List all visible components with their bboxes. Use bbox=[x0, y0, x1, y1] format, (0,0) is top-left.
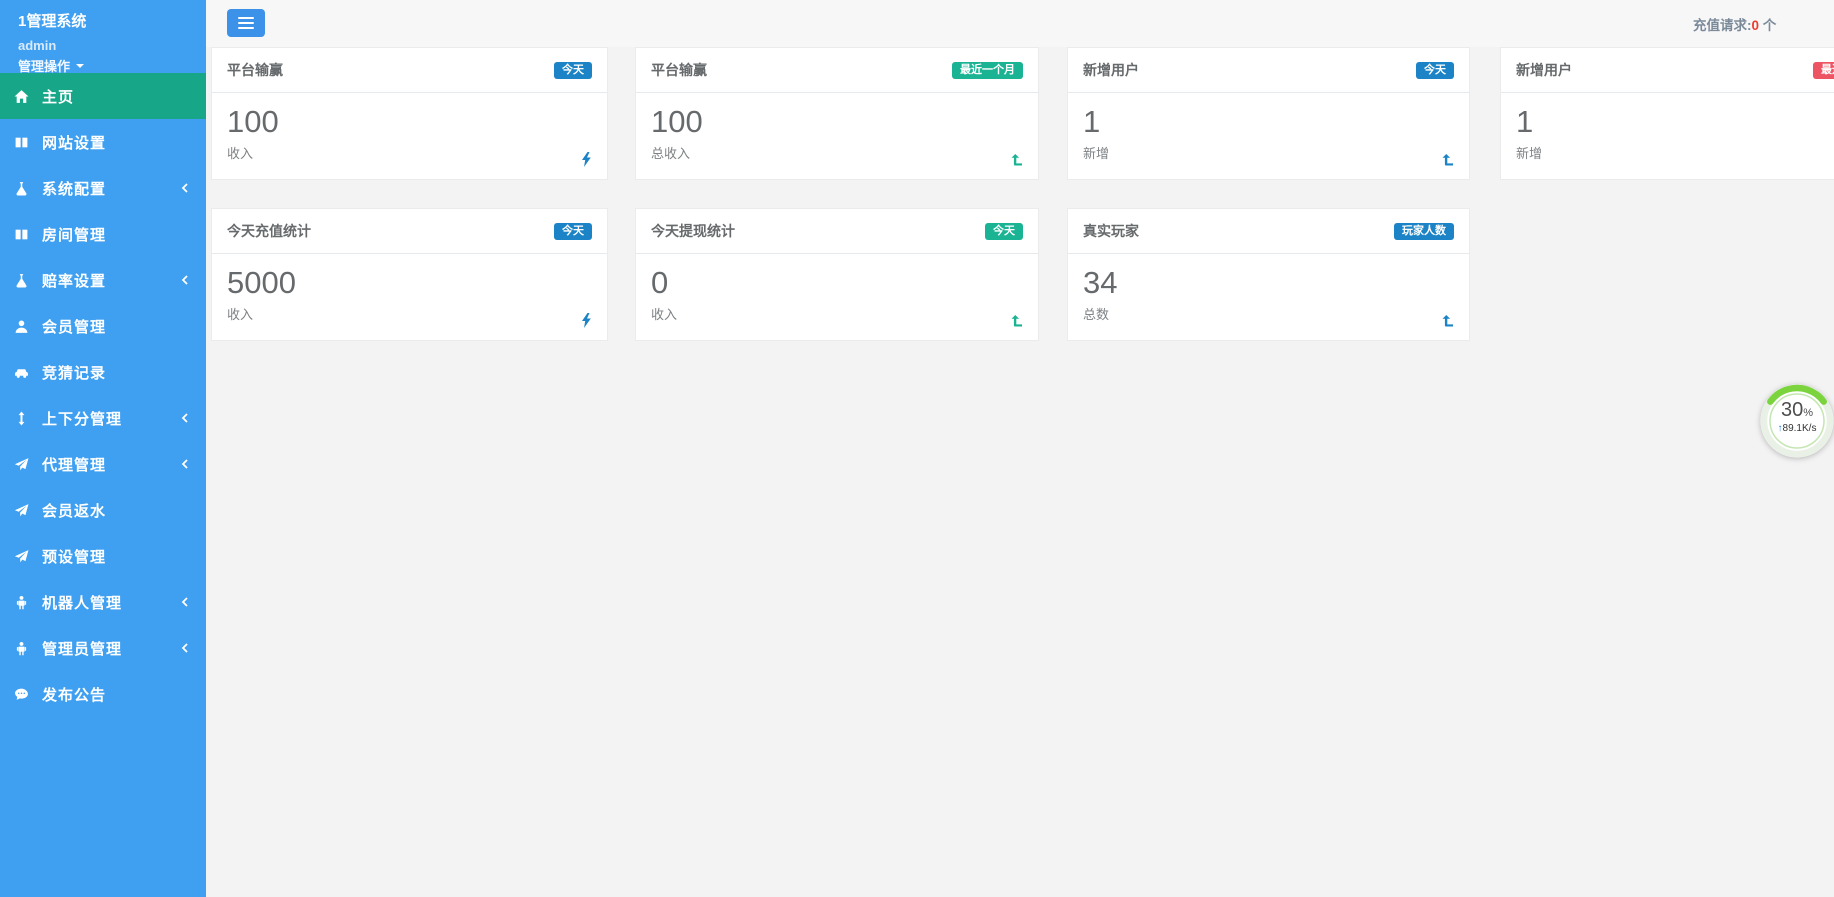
sidebar-item-member-management[interactable]: 会员管理 bbox=[0, 303, 206, 349]
paper-plane-icon bbox=[14, 457, 29, 472]
level-up-icon bbox=[1010, 315, 1023, 328]
paper-plane-icon bbox=[14, 503, 29, 518]
topbar-links: 充值请求:0 个 提现 bbox=[1693, 14, 1834, 34]
flask-icon bbox=[14, 273, 29, 288]
card-label: 收入 bbox=[227, 304, 592, 323]
paper-plane-icon bbox=[14, 549, 29, 564]
chevron-left-icon bbox=[180, 182, 190, 194]
card-value: 100 bbox=[651, 105, 1023, 139]
current-username: admin bbox=[18, 38, 188, 53]
app-title: 1管理系统 bbox=[18, 10, 188, 31]
flask-icon bbox=[14, 181, 29, 196]
card-badge: 今天 bbox=[554, 62, 592, 79]
caret-down-icon bbox=[76, 64, 84, 68]
card-title: 平台输赢 bbox=[651, 60, 707, 80]
recharge-requests-link[interactable]: 充值请求:0 个 bbox=[1693, 18, 1776, 33]
card-label: 新增 bbox=[1083, 143, 1454, 162]
card-value: 1 bbox=[1516, 105, 1834, 139]
level-up-icon bbox=[1010, 154, 1023, 167]
stat-card-today-recharge: 今天充值统计 今天 5000 收入 bbox=[211, 208, 608, 341]
card-title: 新增用户 bbox=[1516, 60, 1572, 80]
stat-card-real-players: 真实玩家 玩家人数 34 总数 bbox=[1067, 208, 1470, 341]
card-badge: 最近一个月 bbox=[952, 62, 1023, 79]
stat-card-new-users-today: 新增用户 今天 1 新增 bbox=[1067, 47, 1470, 180]
hamburger-icon bbox=[238, 17, 254, 19]
robot-icon bbox=[14, 641, 29, 656]
chevron-left-icon bbox=[180, 596, 190, 608]
card-badge: 今天 bbox=[1416, 62, 1454, 79]
sidebar-toggle-button[interactable] bbox=[227, 9, 265, 37]
sidebar-item-robot-management[interactable]: 机器人管理 bbox=[0, 579, 206, 625]
arrows-v-icon bbox=[14, 411, 29, 426]
home-icon bbox=[14, 89, 29, 104]
sidebar-item-points-management[interactable]: 上下分管理 bbox=[0, 395, 206, 441]
sidebar-item-room-management[interactable]: 房间管理 bbox=[0, 211, 206, 257]
net-speed: ↑89.1K/s bbox=[1757, 423, 1834, 434]
card-label: 总数 bbox=[1083, 304, 1454, 323]
sidebar-item-site-settings[interactable]: 网站设置 bbox=[0, 119, 206, 165]
user-icon bbox=[14, 319, 29, 334]
card-badge: 今天 bbox=[554, 223, 592, 240]
sidebar-item-bet-records[interactable]: 竞猜记录 bbox=[0, 349, 206, 395]
card-label: 收入 bbox=[227, 143, 592, 162]
bolt-icon bbox=[581, 152, 592, 167]
sidebar-menu: 主页 网站设置 系统配置 房间管理 赔率设 bbox=[0, 73, 206, 717]
sidebar-item-publish-announcement[interactable]: 发布公告 bbox=[0, 671, 206, 717]
stat-card-new-users-month: 新增用户 最近一个月 1 新增 bbox=[1500, 47, 1834, 180]
net-percent: 30% bbox=[1757, 400, 1834, 420]
columns-icon bbox=[14, 135, 29, 150]
chevron-left-icon bbox=[180, 642, 190, 654]
card-value: 5000 bbox=[227, 266, 592, 300]
card-badge: 最近一个月 bbox=[1813, 62, 1834, 79]
chevron-left-icon bbox=[180, 274, 190, 286]
chevron-left-icon bbox=[180, 412, 190, 424]
comment-icon bbox=[14, 687, 29, 702]
sidebar-header: 1管理系统 admin 管理操作 bbox=[0, 0, 206, 80]
card-value: 0 bbox=[651, 266, 1023, 300]
sidebar-item-agent-management[interactable]: 代理管理 bbox=[0, 441, 206, 487]
card-title: 新增用户 bbox=[1083, 60, 1139, 80]
car-icon bbox=[14, 365, 29, 380]
stat-card-today-withdraw: 今天提现统计 今天 0 收入 bbox=[635, 208, 1039, 341]
sidebar-item-preset-management[interactable]: 预设管理 bbox=[0, 533, 206, 579]
card-value: 34 bbox=[1083, 266, 1454, 300]
sidebar-item-home[interactable]: 主页 bbox=[0, 73, 206, 119]
topbar: 充值请求:0 个 提现 bbox=[206, 0, 1834, 47]
level-up-icon bbox=[1441, 315, 1454, 328]
sidebar-item-system-config[interactable]: 系统配置 bbox=[0, 165, 206, 211]
bolt-icon bbox=[581, 313, 592, 328]
card-value: 1 bbox=[1083, 105, 1454, 139]
sidebar: 1管理系统 admin 管理操作 主页 网站设置 系统配置 bbox=[0, 0, 206, 897]
card-badge: 今天 bbox=[985, 223, 1023, 240]
sidebar-item-member-rebate[interactable]: 会员返水 bbox=[0, 487, 206, 533]
stat-card-platform-winloss-today: 平台输赢 今天 100 收入 bbox=[211, 47, 608, 180]
recharge-count: 0 bbox=[1752, 18, 1760, 33]
card-label: 收入 bbox=[651, 304, 1023, 323]
card-title: 今天提现统计 bbox=[651, 221, 735, 241]
card-title: 真实玩家 bbox=[1083, 221, 1139, 241]
card-label: 新增 bbox=[1516, 143, 1834, 162]
card-title: 平台输赢 bbox=[227, 60, 283, 80]
robot-icon bbox=[14, 595, 29, 610]
level-up-icon bbox=[1441, 154, 1454, 167]
sidebar-item-odds-settings[interactable]: 赔率设置 bbox=[0, 257, 206, 303]
card-title: 今天充值统计 bbox=[227, 221, 311, 241]
card-badge: 玩家人数 bbox=[1394, 223, 1454, 240]
chevron-left-icon bbox=[180, 458, 190, 470]
net-speed-widget[interactable]: 30% ↑89.1K/s bbox=[1757, 381, 1834, 461]
columns-icon bbox=[14, 227, 29, 242]
card-label: 总收入 bbox=[651, 143, 1023, 162]
card-value: 100 bbox=[227, 105, 592, 139]
sidebar-item-admin-management[interactable]: 管理员管理 bbox=[0, 625, 206, 671]
stat-card-platform-winloss-month: 平台输赢 最近一个月 100 总收入 bbox=[635, 47, 1039, 180]
